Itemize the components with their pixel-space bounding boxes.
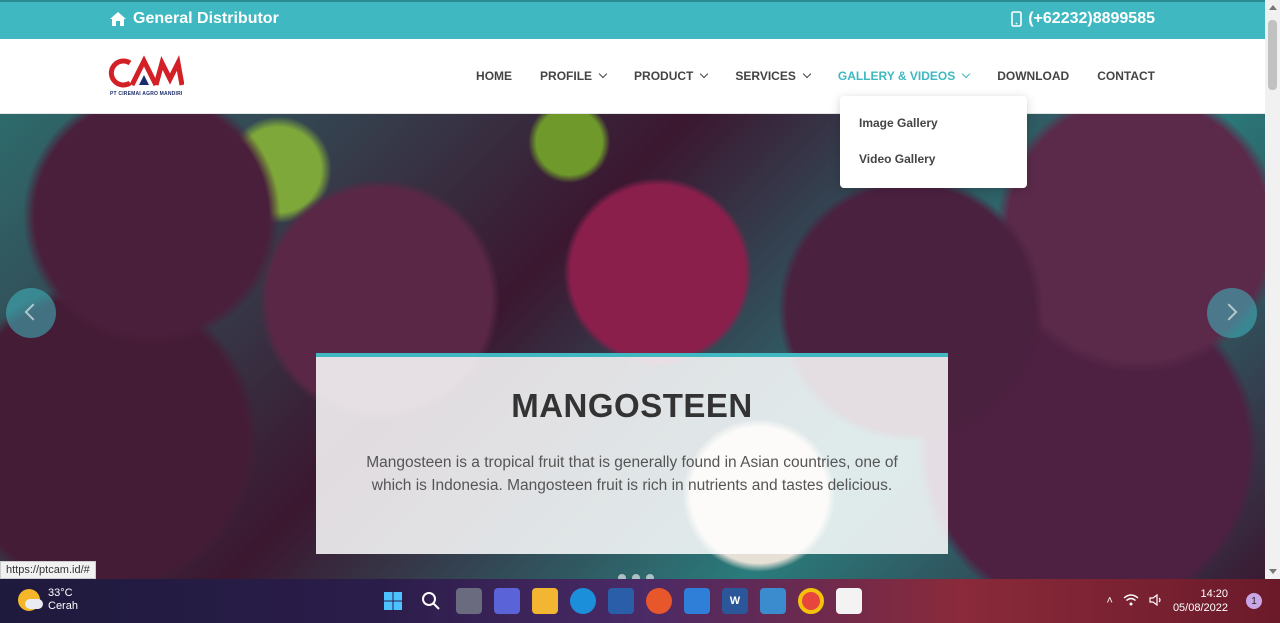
chevron-up-icon[interactable]: ˄	[1107, 595, 1113, 607]
slide-description: Mangosteen is a tropical fruit that is g…	[366, 454, 898, 494]
home-icon	[110, 12, 126, 26]
nav-contact[interactable]: CONTACT	[1097, 69, 1155, 83]
photos-icon[interactable]	[760, 588, 786, 614]
cam-logo-mark	[108, 55, 185, 88]
firefox-icon[interactable]	[646, 588, 672, 614]
system-tray: ˄ 14:20 05/08/2022 1	[1107, 579, 1280, 623]
snipping-tool-icon[interactable]	[836, 588, 862, 614]
chevron-right-icon	[1220, 303, 1238, 321]
company-logo[interactable]: PT CIREMAI AGRO MANDIRI	[108, 55, 185, 99]
mail-icon[interactable]	[684, 588, 710, 614]
chevron-down-icon	[802, 69, 812, 79]
nav-profile-label: PROFILE	[540, 69, 593, 83]
wifi-icon[interactable]	[1123, 593, 1139, 609]
dropdown-item-image-gallery[interactable]: Image Gallery	[859, 116, 938, 130]
chevron-left-icon	[24, 303, 42, 321]
nav-profile[interactable]: PROFILE	[540, 69, 608, 83]
word-icon[interactable]: W	[722, 588, 748, 614]
gallery-dropdown-menu: Image Gallery Video Gallery	[840, 96, 1027, 188]
nav-services-label: SERVICES	[735, 69, 796, 83]
page-scrollbar[interactable]	[1265, 0, 1280, 579]
task-view-icon[interactable]	[456, 588, 482, 614]
top-info-bar: General Distributor (+62232)8899585	[0, 0, 1265, 39]
weather-widget[interactable]: 33°C Cerah	[18, 587, 78, 613]
weather-condition: Cerah	[48, 600, 78, 612]
volume-icon[interactable]	[1149, 593, 1163, 609]
search-icon[interactable]	[418, 588, 444, 614]
nav-home[interactable]: HOME	[476, 69, 512, 83]
nav-gallery-videos-label: GALLERY & VIDEOS	[837, 69, 956, 83]
distributor-label: General Distributor	[109, 10, 279, 28]
chevron-down-icon	[961, 69, 971, 79]
scroll-down-arrow-icon[interactable]	[1269, 569, 1277, 574]
taskbar-apps: W	[380, 588, 862, 614]
chevron-down-icon	[700, 69, 709, 79]
main-menu: HOME PROFILE PRODUCT SERVICES GALLERY & …	[476, 69, 1155, 83]
nav-home-label: HOME	[476, 69, 513, 83]
scrollbar-thumb[interactable]	[1268, 20, 1277, 90]
windows-taskbar: 33°C Cerah W ˄ 14:20 05/08/2022 1	[0, 579, 1280, 623]
nav-contact-label: CONTACT	[1097, 69, 1155, 83]
clock-time: 14:20	[1200, 588, 1228, 600]
dropdown-item-video-gallery[interactable]: Video Gallery	[859, 152, 935, 166]
teams-chat-icon[interactable]	[494, 588, 520, 614]
slide-title: MANGOSTEEN	[511, 387, 753, 424]
mobile-phone-icon	[1011, 11, 1023, 27]
weather-temperature: 33°C	[48, 587, 73, 599]
clock-date: 05/08/2022	[1172, 602, 1228, 614]
file-explorer-icon[interactable]	[532, 588, 558, 614]
windows-start-icon[interactable]	[380, 588, 406, 614]
nav-download[interactable]: DOWNLOAD	[997, 69, 1069, 83]
chrome-icon[interactable]	[798, 588, 824, 614]
main-navbar: PT CIREMAI AGRO MANDIRI HOME PROFILE PRO…	[0, 39, 1265, 114]
slider-next-button[interactable]	[1207, 288, 1257, 338]
chevron-down-icon	[598, 69, 608, 79]
nav-download-label: DOWNLOAD	[997, 69, 1070, 83]
link-status-url: https://ptcam.id/#	[0, 561, 96, 579]
slider-prev-button[interactable]	[6, 288, 56, 338]
nav-product-label: PRODUCT	[634, 69, 694, 83]
scroll-up-arrow-icon[interactable]	[1269, 5, 1277, 10]
hero-slider: MANGOSTEEN Mangosteen is a tropical frui…	[0, 114, 1265, 579]
partly-sunny-icon	[18, 589, 43, 611]
nav-services[interactable]: SERVICES	[735, 69, 812, 83]
notification-badge[interactable]: 1	[1246, 593, 1262, 609]
edge-browser-icon[interactable]	[570, 588, 596, 614]
nav-gallery-videos[interactable]: GALLERY & VIDEOS	[837, 69, 971, 83]
taskbar-clock[interactable]: 14:20 05/08/2022	[1173, 587, 1228, 615]
phone-label[interactable]: (+62232)8899585	[1011, 10, 1155, 28]
microsoft-store-icon[interactable]	[608, 588, 634, 614]
distributor-text: General Distributor	[133, 10, 279, 27]
nav-product[interactable]: PRODUCT	[634, 69, 709, 83]
slide-caption: MANGOSTEEN Mangosteen is a tropical frui…	[316, 353, 948, 554]
logo-subtitle: PT CIREMAI AGRO MANDIRI	[110, 91, 183, 97]
phone-number: (+62232)8899585	[1028, 10, 1155, 27]
